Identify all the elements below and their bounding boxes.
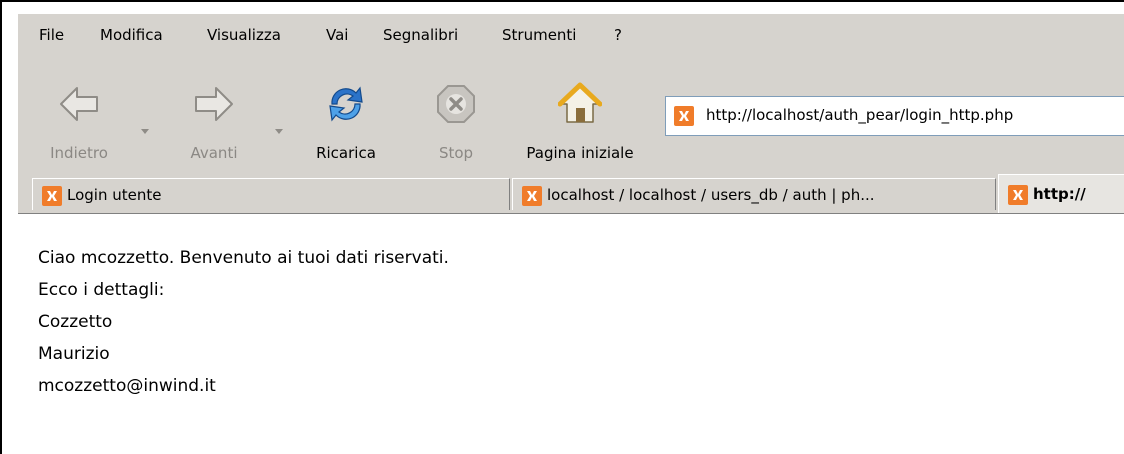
menu-vai[interactable]: Vai bbox=[326, 26, 348, 44]
forward-label: Avanti bbox=[190, 144, 238, 162]
stop-label: Stop bbox=[438, 144, 474, 162]
forward-arrow-icon bbox=[195, 87, 233, 121]
xampp-favicon-icon bbox=[674, 106, 694, 126]
address-url[interactable]: http://localhost/auth_pear/login_http.ph… bbox=[706, 106, 1013, 124]
tab-login-utente[interactable]: Login utente bbox=[32, 178, 510, 210]
home-icon bbox=[558, 82, 602, 123]
menu-help[interactable]: ? bbox=[614, 26, 622, 44]
user-email: mcozzetto@inwind.it bbox=[38, 376, 216, 396]
tab-label: Login utente bbox=[67, 186, 162, 204]
stop-button[interactable]: Stop bbox=[416, 70, 496, 170]
screenshot-frame: File Modifica Visualizza Vai Segnalibri … bbox=[0, 0, 1124, 454]
tab-phpmyadmin[interactable]: localhost / localhost / users_db / auth … bbox=[512, 178, 996, 210]
tab-bar: Login utente localhost / localhost / use… bbox=[18, 174, 1124, 214]
back-button[interactable]: Indietro bbox=[34, 70, 124, 170]
address-bar[interactable]: http://localhost/auth_pear/login_http.ph… bbox=[665, 96, 1124, 136]
user-name: Maurizio bbox=[38, 344, 110, 364]
back-arrow-icon bbox=[60, 87, 98, 121]
xampp-favicon-icon bbox=[522, 186, 542, 206]
stop-icon bbox=[437, 85, 475, 123]
reload-button[interactable]: Ricarica bbox=[298, 70, 394, 170]
menu-file[interactable]: File bbox=[39, 26, 64, 44]
browser-chrome: File Modifica Visualizza Vai Segnalibri … bbox=[18, 14, 1124, 214]
xampp-favicon-icon bbox=[1008, 185, 1028, 205]
home-button[interactable]: Pagina iniziale bbox=[512, 70, 648, 170]
page-content: Ciao mcozzetto. Benvenuto ai tuoi dati r… bbox=[18, 214, 1124, 454]
user-surname: Cozzetto bbox=[38, 312, 113, 332]
reload-label: Ricarica bbox=[316, 144, 376, 162]
details-heading: Ecco i dettagli: bbox=[38, 280, 165, 300]
reload-icon bbox=[329, 86, 363, 122]
menu-modifica[interactable]: Modifica bbox=[100, 26, 163, 44]
home-label: Pagina iniziale bbox=[526, 144, 634, 162]
menu-bar: File Modifica Visualizza Vai Segnalibri … bbox=[18, 14, 1124, 66]
xampp-favicon-icon bbox=[42, 186, 62, 206]
tab-label: localhost / localhost / users_db / auth … bbox=[547, 186, 875, 204]
back-history-dropdown-icon[interactable] bbox=[140, 126, 150, 136]
menu-strumenti[interactable]: Strumenti bbox=[502, 26, 576, 44]
tab-label: http:// bbox=[1033, 185, 1086, 203]
forward-button[interactable]: Avanti bbox=[166, 70, 262, 170]
greeting-text: Ciao mcozzetto. Benvenuto ai tuoi dati r… bbox=[38, 248, 449, 268]
back-label: Indietro bbox=[50, 144, 108, 162]
menu-segnalibri[interactable]: Segnalibri bbox=[383, 26, 458, 44]
tab-active-http[interactable]: http:// bbox=[998, 174, 1124, 214]
navigation-toolbar: Indietro Avanti Ricarica Stop Pagina ini… bbox=[18, 70, 1124, 170]
menu-visualizza[interactable]: Visualizza bbox=[207, 26, 281, 44]
forward-history-dropdown-icon[interactable] bbox=[274, 126, 284, 136]
browser-window: File Modifica Visualizza Vai Segnalibri … bbox=[18, 14, 1124, 454]
